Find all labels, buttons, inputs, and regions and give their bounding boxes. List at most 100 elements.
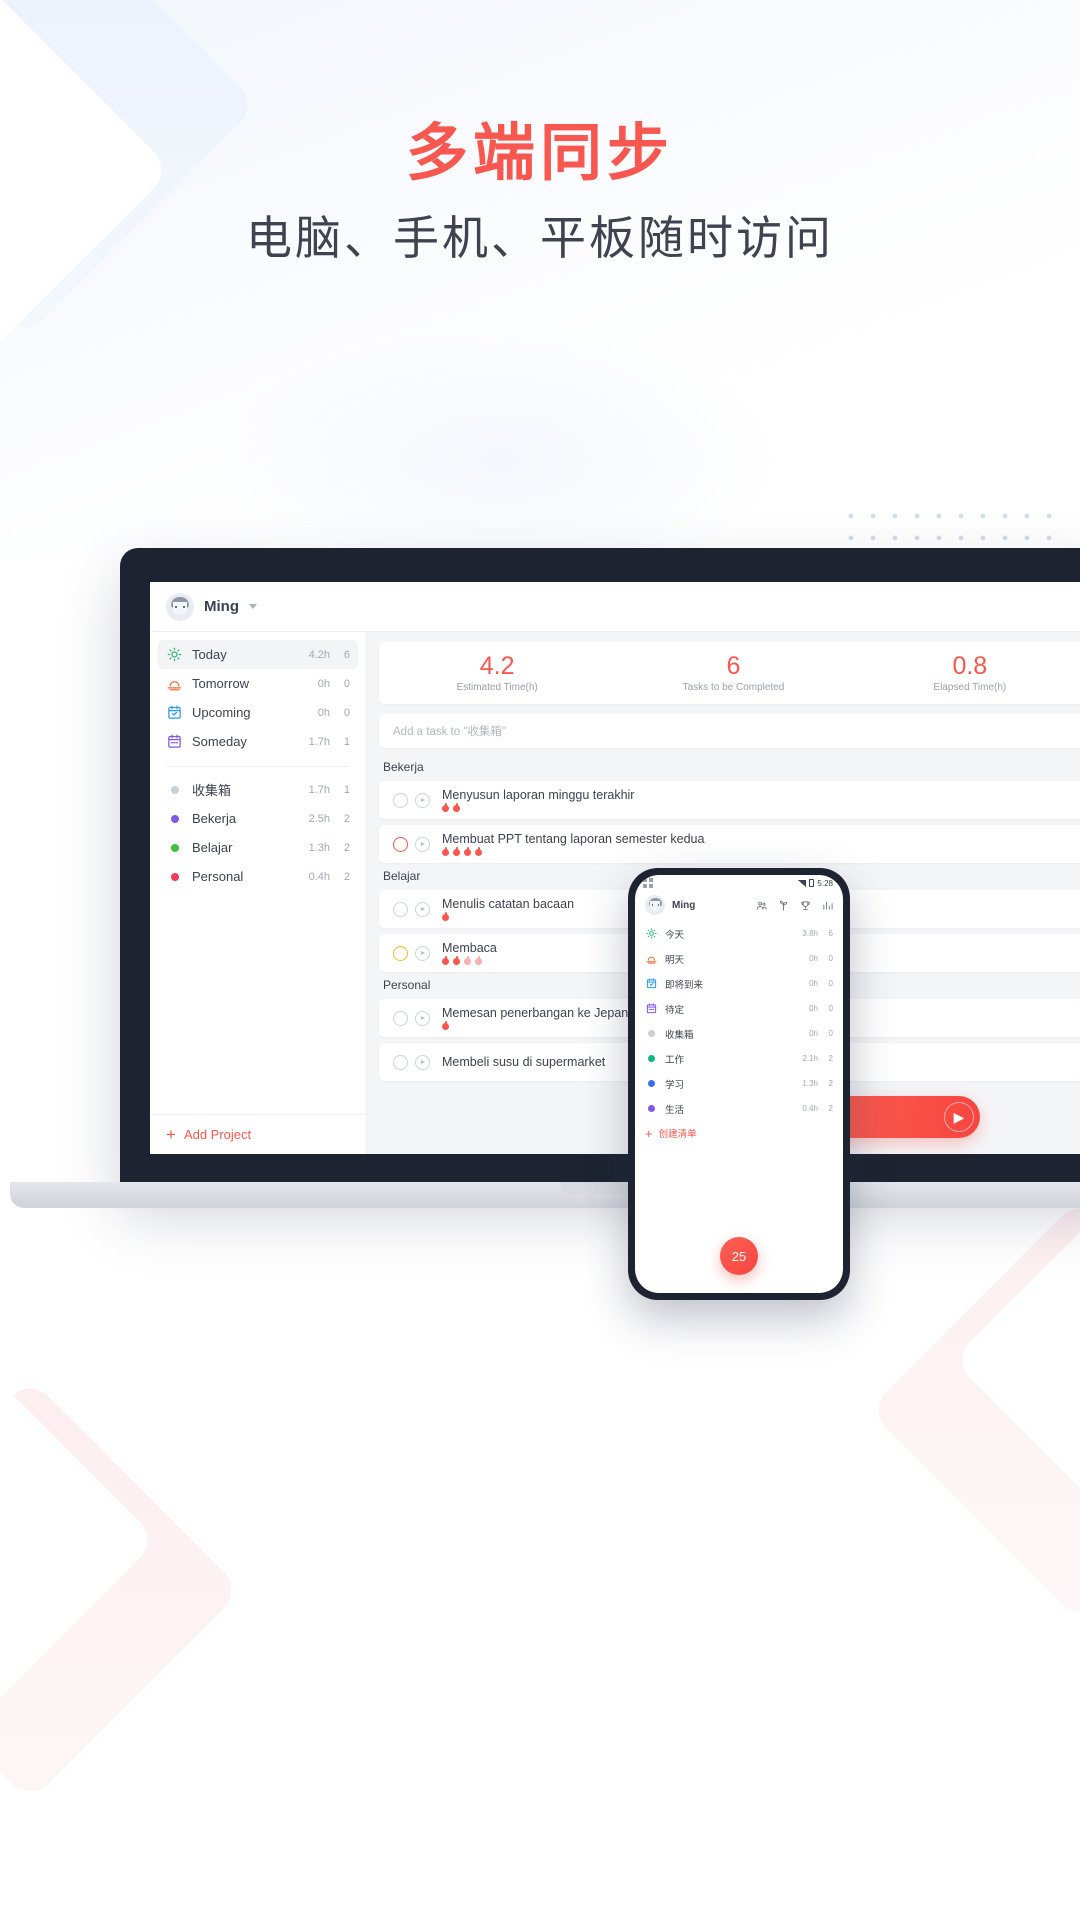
sidebar-item-label: 收集箱 xyxy=(192,783,232,798)
pomodoro-dot xyxy=(453,803,460,812)
sidebar-item-count: 2 xyxy=(343,812,350,825)
trophy-icon[interactable] xyxy=(799,899,811,911)
add-task-input[interactable]: Add a task to "收集箱" xyxy=(379,714,1080,748)
phone-item-label: 明天 xyxy=(665,954,685,966)
sidebar-project-inbox[interactable]: 收集箱 1.7h 1 xyxy=(158,775,358,804)
phone-item-today[interactable]: 今天 3.8h 6 xyxy=(645,921,833,946)
sidebar-item-count: 0 xyxy=(343,677,350,690)
stat-elapsed-time: 0.8 Elapsed Time(h) xyxy=(852,653,1080,694)
phone-item-label: 收集箱 xyxy=(665,1029,694,1041)
friends-icon[interactable] xyxy=(755,899,767,911)
play-icon[interactable] xyxy=(415,792,430,808)
sidebar-item-count: 2 xyxy=(343,870,350,883)
phone-item-label: 即将到来 xyxy=(665,979,704,991)
create-list-label: 创建清单 xyxy=(658,1129,697,1140)
phone-item-life[interactable]: 生活 0.4h 2 xyxy=(645,1096,833,1121)
stat-value: 4.2 xyxy=(479,651,515,680)
task-title: Menyusun laporan minggu terakhir xyxy=(442,788,635,802)
sidebar-divider xyxy=(166,766,350,767)
phone-item-inbox[interactable]: 收集箱 0h 0 xyxy=(645,1021,833,1046)
phone-item-hours: 0h xyxy=(809,1029,818,1038)
leaf-icon[interactable] xyxy=(777,899,789,911)
sidebar-item-label: Bekerja xyxy=(192,811,237,826)
dot-icon xyxy=(645,1053,657,1065)
checkbox-icon[interactable] xyxy=(393,901,408,917)
phone-item-count: 0 xyxy=(828,1029,833,1038)
dot-icon xyxy=(166,810,183,827)
checkbox-icon[interactable] xyxy=(393,945,408,961)
sidebar-item-label: Tomorrow xyxy=(192,676,250,691)
app-topbar: Ming xyxy=(150,582,1080,632)
stat-label: Estimated Time(h) xyxy=(456,682,538,694)
play-icon[interactable] xyxy=(415,945,430,961)
create-list-button[interactable]: + 创建清单 xyxy=(645,1121,833,1145)
pomodoro-indicators xyxy=(442,847,1074,856)
phone-item-label: 待定 xyxy=(665,1004,685,1016)
checkbox-icon[interactable] xyxy=(393,792,408,808)
sidebar-item-tomorrow[interactable]: Tomorrow 0h 0 xyxy=(158,669,358,698)
plus-icon: + xyxy=(166,1125,176,1144)
sidebar-item-label: Personal xyxy=(192,869,244,884)
phone-status-bar: 5:28 xyxy=(635,875,843,891)
sun-icon xyxy=(645,928,657,940)
background-chevron-bottom-left xyxy=(0,1377,243,1803)
dot-icon xyxy=(166,781,183,798)
sunrise-icon xyxy=(645,953,657,965)
calendar-check-icon xyxy=(645,978,657,990)
play-icon[interactable] xyxy=(415,1054,430,1070)
account-name[interactable]: Ming xyxy=(204,598,239,615)
sidebar-item-hours: 4.2h xyxy=(308,648,330,661)
dot-icon xyxy=(645,1028,657,1040)
phone-item-count: 2 xyxy=(828,1104,833,1113)
sidebar-project-belajar[interactable]: Belajar 1.3h 2 xyxy=(158,833,358,862)
dot-icon xyxy=(645,1103,657,1115)
sidebar-project-bekerja[interactable]: Bekerja 2.5h 2 xyxy=(158,804,358,833)
sidebar-item-label: Today xyxy=(192,647,227,662)
checkbox-icon[interactable] xyxy=(393,836,408,852)
task-controls xyxy=(393,1010,430,1026)
page-title: 多端同步 xyxy=(405,119,674,188)
dot-icon xyxy=(645,1078,657,1090)
phone-item-someday[interactable]: 待定 0h 0 xyxy=(645,996,833,1021)
status-indicators: 5:28 xyxy=(798,879,833,888)
play-icon[interactable] xyxy=(415,1010,430,1026)
checkbox-icon[interactable] xyxy=(393,1054,408,1070)
app-body: Today 4.2h 6 Tomorrow 0h 0 Upcoming 0h 0… xyxy=(150,632,1080,1154)
sidebar-project-personal[interactable]: Personal 0.4h 2 xyxy=(158,862,358,891)
phone-item-tomorrow[interactable]: 明天 0h 0 xyxy=(645,946,833,971)
stats-card: 4.2 Estimated Time(h) 6 Tasks to be Comp… xyxy=(379,642,1080,704)
laptop-screen: Ming Today 4.2h 6 Tomorrow 0h 0 Upcoming… xyxy=(150,582,1080,1154)
phone-item-upcoming[interactable]: 即将到来 0h 0 xyxy=(645,971,833,996)
sidebar-item-someday[interactable]: Someday 1.7h 1 xyxy=(158,727,358,756)
calendar-check-icon xyxy=(166,704,183,721)
background-gradient-top xyxy=(0,0,1080,560)
status-time: 5:28 xyxy=(817,878,833,888)
play-icon[interactable] xyxy=(415,836,430,852)
sidebar-item-today[interactable]: Today 4.2h 6 xyxy=(158,640,358,669)
stat-label: Tasks to be Completed xyxy=(682,682,785,694)
avatar[interactable] xyxy=(166,592,194,621)
checkbox-icon[interactable] xyxy=(393,1010,408,1026)
phone-screen: 5:28 Ming 今天 3.8h 6 明天 0h 0 即将到来 0h 0 待定… xyxy=(635,875,843,1293)
qr-code-icon[interactable] xyxy=(643,878,653,888)
background-chevron-bottom-left-inner xyxy=(0,1342,158,1738)
task-row[interactable]: Membuat PPT tentang laporan semester ked… xyxy=(379,825,1080,863)
play-icon[interactable] xyxy=(415,901,430,917)
sidebar-item-hours: 1.7h xyxy=(308,735,330,748)
task-row[interactable]: Menyusun laporan minggu terakhir xyxy=(379,781,1080,819)
account-name[interactable]: Ming xyxy=(672,900,695,911)
dot-icon xyxy=(166,839,183,856)
phone-item-count: 6 xyxy=(828,929,833,938)
phone-item-work[interactable]: 工作 2.1h 2 xyxy=(645,1046,833,1071)
chevron-down-icon[interactable] xyxy=(249,604,257,609)
stats-icon[interactable] xyxy=(821,899,833,911)
avatar[interactable] xyxy=(645,895,665,915)
phone-item-study[interactable]: 学习 1.3h 2 xyxy=(645,1071,833,1096)
sidebar-item-upcoming[interactable]: Upcoming 0h 0 xyxy=(158,698,358,727)
pomodoro-fab[interactable]: 25 xyxy=(720,1237,758,1275)
phone-item-label: 生活 xyxy=(665,1104,685,1116)
phone-item-count: 0 xyxy=(828,979,833,988)
page-subtitle: 电脑、手机、平板随时访问 xyxy=(246,212,834,265)
add-project-button[interactable]: + Add Project xyxy=(150,1114,366,1154)
timer-play-icon[interactable]: ▶ xyxy=(944,1102,974,1132)
